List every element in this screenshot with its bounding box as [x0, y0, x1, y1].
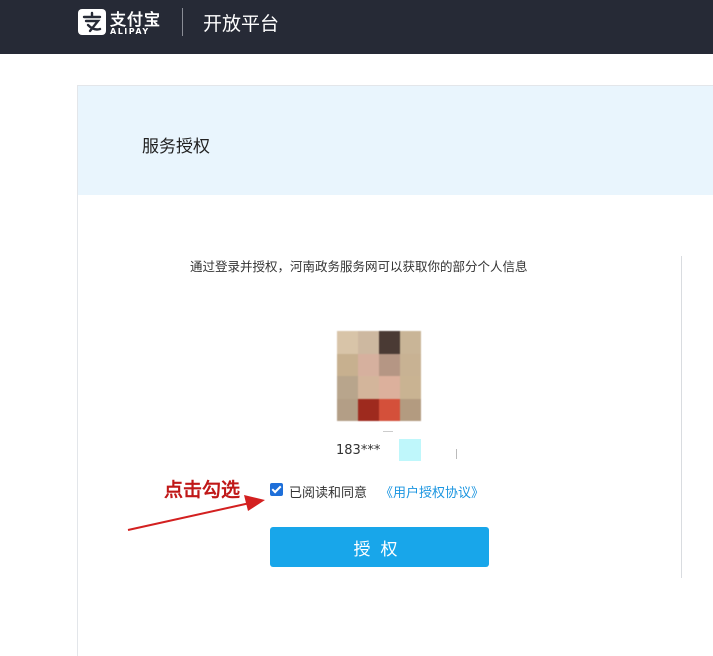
logo-subtext: ALIPAY	[110, 27, 150, 36]
authorize-button[interactable]: 授权	[270, 527, 489, 567]
phone-number: 183***	[336, 443, 381, 458]
platform-title[interactable]: 开放平台	[203, 9, 279, 36]
user-agreement-link[interactable]: 《用户授权协议》	[380, 482, 484, 501]
alipay-logo-icon[interactable]	[78, 9, 106, 35]
annotation-label: 点击勾选	[164, 479, 241, 501]
avatar	[337, 331, 421, 421]
agree-label: 已阅读和同意	[289, 486, 368, 501]
divider-line	[681, 256, 682, 578]
card-title: 服务授权	[142, 137, 210, 157]
notice-text: 通过登录并授权，河南政务服务网可以获取你的部分个人信息	[190, 259, 528, 274]
agree-checkbox[interactable]	[270, 483, 283, 496]
phone-mask	[399, 439, 421, 461]
authorization-card: 服务授权 通过登录并授权，河南政务服务网可以获取你的部分个人信息 183*** …	[77, 85, 713, 656]
phone-marker	[456, 449, 457, 459]
top-bar: 支付宝 ALIPAY 开放平台	[0, 0, 713, 54]
card-header: 服务授权	[78, 86, 713, 195]
avatar-divider	[383, 431, 393, 432]
header-divider	[182, 8, 183, 36]
